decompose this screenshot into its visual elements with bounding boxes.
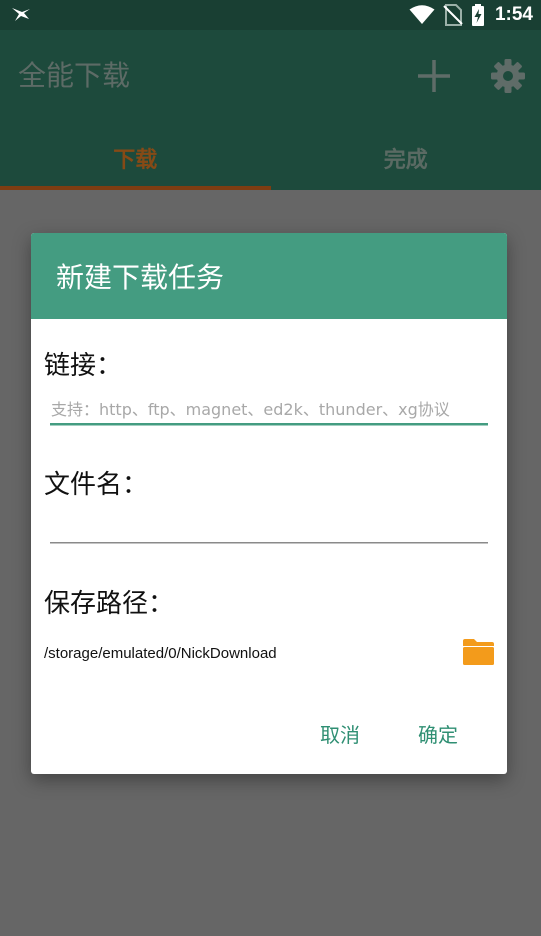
gear-icon[interactable] bbox=[488, 56, 528, 96]
tab-completed[interactable]: 完成 bbox=[271, 126, 541, 190]
tab-download[interactable]: 下载 bbox=[0, 126, 271, 190]
dialog-title: 新建下载任务 bbox=[31, 233, 507, 319]
cancel-button[interactable]: 取消 bbox=[312, 713, 368, 754]
filename-input[interactable] bbox=[50, 507, 487, 543]
status-time: 1:54 bbox=[494, 4, 533, 25]
status-icons: 1:54 bbox=[409, 0, 533, 30]
filename-underline bbox=[50, 542, 488, 544]
app-bar: 全能下载 下载 完成 bbox=[0, 30, 541, 190]
status-bar: 1:54 bbox=[0, 0, 541, 30]
screen: 1:54 全能下载 下载 完成 新建下载任务 链接： 支持：http、ftp、m… bbox=[0, 0, 541, 936]
new-download-dialog: 新建下载任务 链接： 文件名： 保存路径： /storage/emulated/… bbox=[31, 233, 507, 774]
save-path-value: /storage/emulated/0/NickDownload bbox=[44, 645, 277, 662]
save-path-label: 保存路径： bbox=[44, 589, 175, 619]
plus-icon[interactable] bbox=[414, 56, 454, 96]
link-underline bbox=[50, 423, 488, 426]
wifi-icon bbox=[409, 5, 435, 24]
confirm-button[interactable]: 确定 bbox=[410, 713, 466, 754]
link-label: 链接： bbox=[44, 351, 123, 381]
filename-label: 文件名： bbox=[44, 470, 149, 500]
link-input[interactable] bbox=[50, 391, 487, 427]
tab-bar: 下载 完成 bbox=[0, 126, 541, 190]
notification-bird-icon bbox=[12, 8, 30, 21]
no-sim-icon bbox=[443, 4, 463, 26]
battery-charging-icon bbox=[471, 4, 484, 26]
folder-icon[interactable] bbox=[462, 638, 495, 666]
app-title: 全能下载 bbox=[18, 59, 131, 92]
